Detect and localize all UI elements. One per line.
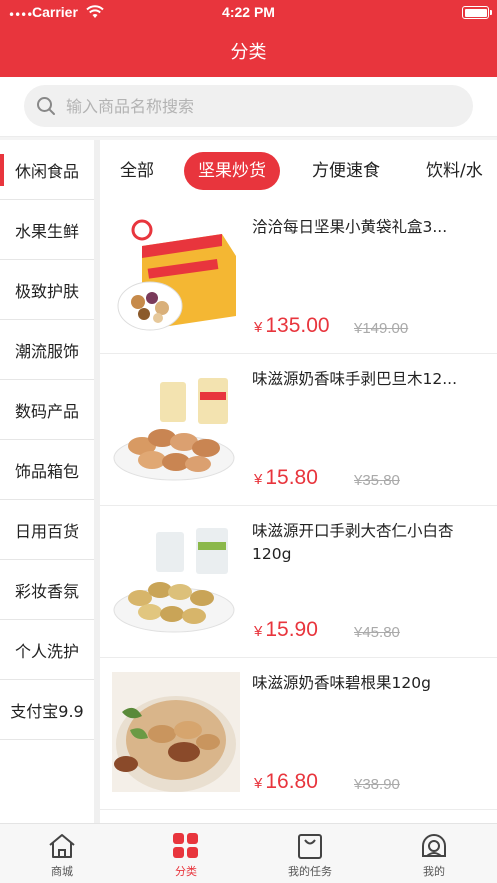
sidebar-item-label: 个人洗护 — [14, 641, 79, 661]
sidebar-item-label: 休闲食品 — [14, 161, 79, 181]
product-image — [112, 520, 240, 640]
sidebar-item-label: 日用百货 — [14, 521, 79, 541]
product-name: 洽洽每日坚果小黄袋礼盒3... — [252, 218, 448, 236]
sidebar-item-alipay[interactable]: 支付宝9.9 — [0, 680, 94, 740]
sidebar-item-accessories[interactable]: 饰品箱包 — [0, 440, 94, 500]
product-card[interactable]: 味滋源奶香味碧根果120g ¥16.80 ¥38.90 — [100, 658, 497, 810]
currency-symbol: ¥ — [254, 623, 263, 640]
user-icon — [422, 834, 446, 857]
product-original-price: ¥35.80 — [354, 472, 400, 489]
sidebar-item-label: 潮流服饰 — [14, 341, 79, 361]
bottom-tab-bar: 商城 分类 我的任务 我的 — [0, 823, 497, 883]
price-value: 135.00 — [265, 314, 330, 337]
product-list: 洽洽每日坚果小黄袋礼盒3... ¥135.00 ¥149.00 味滋源奶香味手剥… — [100, 202, 497, 823]
currency-symbol: ¥ — [254, 471, 263, 488]
status-bar: •••• Carrier 4:22 PM — [0, 0, 497, 26]
tabbar-label: 商城 — [51, 865, 73, 878]
tabbar-label: 我的 — [423, 865, 445, 878]
product-price: ¥16.80 — [254, 770, 318, 794]
sidebar-item-makeup[interactable]: 彩妆香氛 — [0, 560, 94, 620]
search-area — [0, 77, 497, 137]
sidebar-item-personal-care[interactable]: 个人洗护 — [0, 620, 94, 680]
tabbar-item-mall[interactable]: 商城 — [17, 832, 107, 879]
product-original-price: ¥149.00 — [354, 320, 409, 337]
sidebar-item-label: 极致护肤 — [14, 281, 79, 301]
grid-icon — [173, 833, 198, 858]
sidebar-item-snacks[interactable]: 休闲食品 — [0, 140, 94, 200]
tab-nuts[interactable]: 坚果炒货 — [184, 152, 280, 190]
search-icon — [36, 96, 56, 120]
search-input[interactable] — [66, 85, 456, 127]
sidebar-item-label: 支付宝9.9 — [10, 701, 84, 721]
sidebar-item-label: 饰品箱包 — [14, 461, 79, 481]
tabbar-item-category[interactable]: 分类 — [141, 832, 231, 879]
tab-all[interactable]: 全部 — [120, 152, 154, 190]
product-name: 味滋源奶香味手剥巴旦木12... — [252, 370, 458, 388]
tab-drinks[interactable]: 饮料/水 — [426, 152, 483, 190]
price-value: 16.80 — [265, 770, 318, 793]
status-time: 4:22 PM — [222, 4, 275, 20]
sidebar-item-daily[interactable]: 日用百货 — [0, 500, 94, 560]
product-image — [112, 368, 240, 488]
product-card[interactable]: 洽洽每日坚果小黄袋礼盒3... ¥135.00 ¥149.00 — [100, 202, 497, 354]
product-image — [112, 216, 240, 336]
subcategory-tabs: 全部 坚果炒货 方便速食 饮料/水 — [100, 140, 497, 202]
product-price: ¥15.80 — [254, 466, 318, 490]
product-name: 味滋源开口手剥大杏仁小白杏120g — [252, 522, 454, 563]
bag-icon — [298, 834, 322, 859]
sidebar-item-digital[interactable]: 数码产品 — [0, 380, 94, 440]
product-name: 味滋源奶香味碧根果120g — [252, 674, 431, 692]
sidebar-item-skincare[interactable]: 极致护肤 — [0, 260, 94, 320]
sidebar-item-label: 数码产品 — [14, 401, 79, 421]
tabbar-label: 分类 — [175, 865, 197, 878]
sidebar-item-label: 水果生鲜 — [14, 221, 79, 241]
tabbar-item-mine[interactable]: 我的 — [389, 832, 479, 879]
category-sidebar: 休闲食品 水果生鲜 极致护肤 潮流服饰 数码产品 饰品箱包 日用百货 彩妆香氛 … — [0, 140, 94, 823]
search-box[interactable] — [24, 85, 473, 127]
sidebar-item-label: 彩妆香氛 — [14, 581, 79, 601]
currency-symbol: ¥ — [254, 319, 263, 336]
product-card[interactable]: 味滋源奶香味手剥巴旦木12... ¥15.80 ¥35.80 — [100, 354, 497, 506]
currency-symbol: ¥ — [254, 775, 263, 792]
page-title: 分类 — [230, 42, 267, 62]
battery-icon — [462, 6, 492, 19]
tab-instant-food[interactable]: 方便速食 — [312, 152, 380, 190]
price-value: 15.80 — [265, 466, 318, 489]
product-image — [112, 672, 240, 792]
sidebar-item-fashion[interactable]: 潮流服饰 — [0, 320, 94, 380]
product-original-price: ¥45.80 — [354, 624, 400, 641]
header-bar: •••• Carrier 4:22 PM 分类 — [0, 0, 497, 77]
home-icon — [49, 834, 75, 858]
product-price: ¥135.00 — [254, 314, 330, 338]
sidebar-item-fresh-fruit[interactable]: 水果生鲜 — [0, 200, 94, 260]
tabbar-label: 我的任务 — [288, 865, 332, 878]
price-value: 15.90 — [265, 618, 318, 641]
product-original-price: ¥38.90 — [354, 776, 400, 793]
product-price: ¥15.90 — [254, 618, 318, 642]
product-card[interactable]: 味滋源开口手剥大杏仁小白杏120g ¥15.90 ¥45.80 — [100, 506, 497, 658]
tabbar-item-my-tasks[interactable]: 我的任务 — [265, 832, 355, 879]
